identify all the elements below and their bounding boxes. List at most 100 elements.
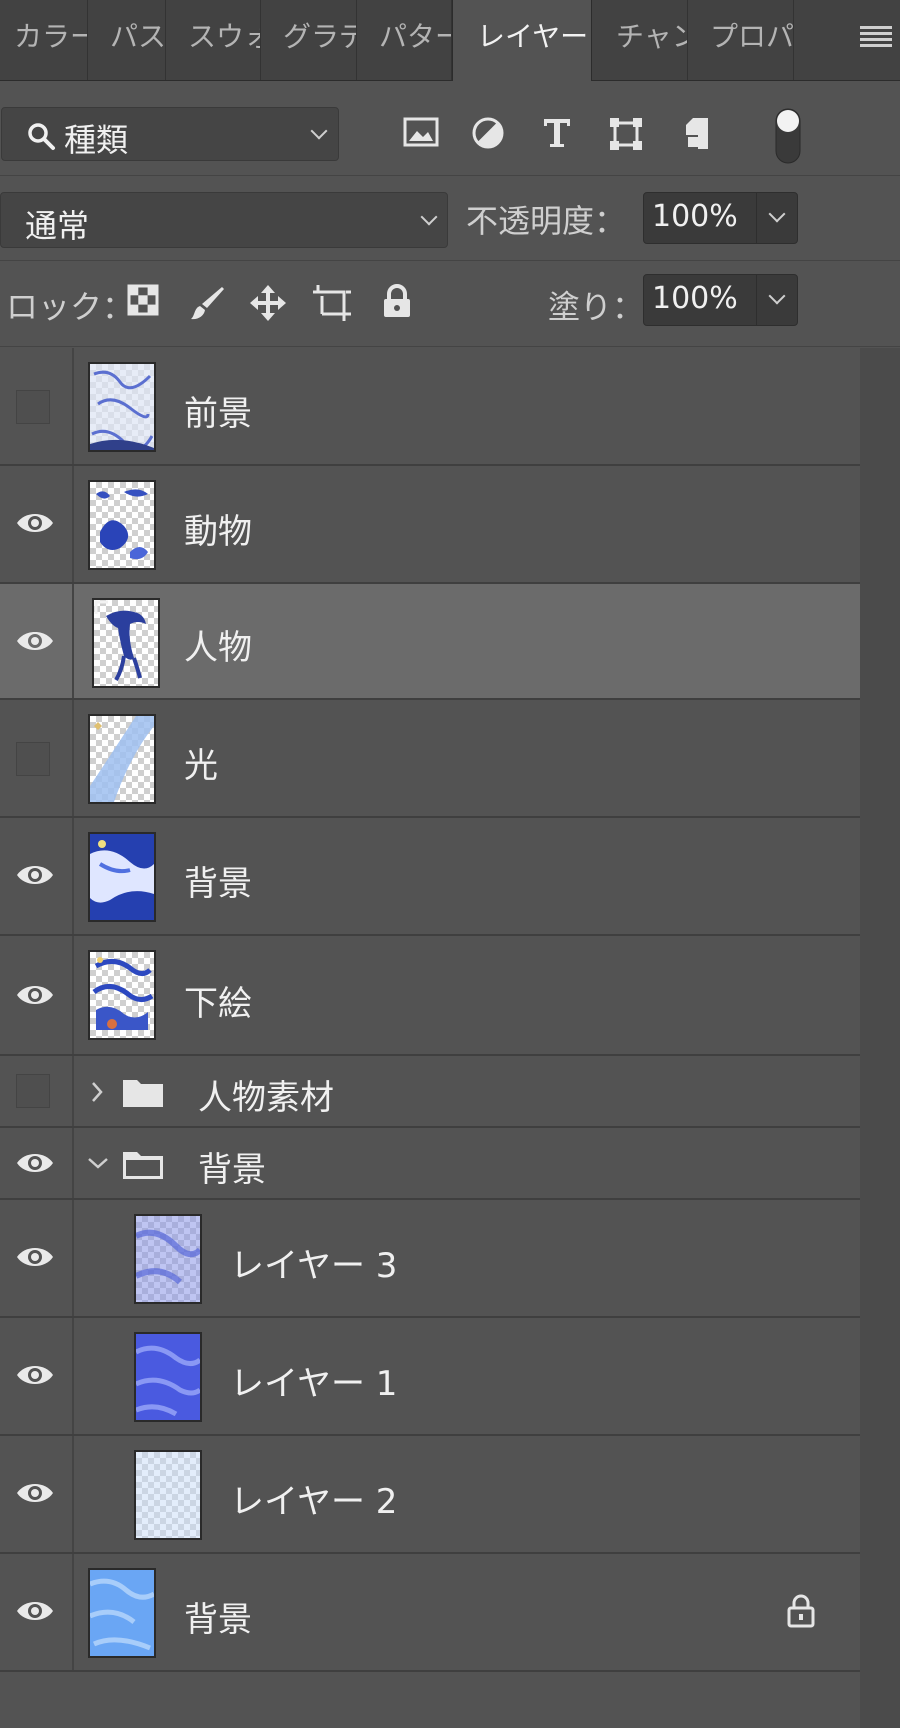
search-icon — [28, 123, 55, 150]
layer-row[interactable]: 光 — [0, 700, 860, 818]
layer-name[interactable]: 下絵 — [184, 976, 252, 1025]
layer-thumbnail — [88, 480, 156, 570]
shape-filter-icon[interactable] — [608, 116, 644, 152]
lock-transparent-pixels-icon[interactable] — [127, 284, 159, 316]
image-filter-icon[interactable] — [403, 116, 439, 148]
background-layer-row[interactable]: 背景 — [0, 1554, 860, 1672]
layer-name[interactable]: レイヤー 1 — [230, 1356, 397, 1405]
eye-icon[interactable] — [15, 1598, 55, 1624]
opacity-value: 100% — [652, 199, 738, 234]
eye-icon[interactable] — [15, 1362, 55, 1388]
smart-object-filter-icon[interactable] — [681, 116, 713, 152]
chevron-down-icon — [310, 122, 328, 140]
eye-icon[interactable] — [15, 628, 55, 654]
folder-icon — [123, 1080, 163, 1107]
layer-name[interactable]: 背景 — [184, 1592, 252, 1641]
layer-row[interactable]: レイヤー 2 — [0, 1436, 860, 1554]
visibility-cell[interactable] — [0, 1318, 74, 1434]
eye-icon[interactable] — [15, 1244, 55, 1270]
layer-name[interactable]: 動物 — [184, 504, 252, 553]
lock-image-pixels-icon[interactable] — [188, 284, 226, 322]
chevron-down-icon[interactable] — [86, 1156, 110, 1170]
layer-thumbnail — [88, 362, 156, 452]
layer-name[interactable]: レイヤー 3 — [230, 1238, 397, 1287]
eye-icon[interactable] — [15, 510, 55, 536]
visibility-cell[interactable] — [0, 818, 74, 934]
lock-label: ロック： — [6, 288, 135, 326]
blend-mode-value: 通常 — [25, 207, 90, 245]
layer-name[interactable]: 光 — [184, 738, 218, 787]
visibility-cell[interactable] — [0, 936, 74, 1054]
tab-swatches[interactable]: スウォ — [166, 0, 261, 80]
blend-row: 通常 不透明度： 100% — [0, 176, 900, 261]
layer-row-selected[interactable]: 人物 — [0, 584, 860, 700]
eye-icon[interactable] — [15, 862, 55, 888]
fill-field[interactable]: 100% — [643, 274, 798, 326]
visibility-cell[interactable] — [0, 1200, 74, 1316]
opacity-field[interactable]: 100% — [643, 192, 798, 244]
tab-patterns[interactable]: パター — [357, 0, 452, 80]
fill-label: 塗り： — [548, 288, 645, 326]
visibility-off-box[interactable] — [16, 390, 50, 424]
lock-all-icon[interactable] — [381, 284, 413, 320]
visibility-cell[interactable] — [0, 348, 74, 464]
layer-thumbnail — [134, 1214, 202, 1304]
visibility-cell[interactable] — [0, 466, 74, 582]
layer-thumbnail — [88, 832, 156, 922]
tab-gradients[interactable]: グラデ — [261, 0, 357, 80]
visibility-cell[interactable] — [0, 1128, 74, 1198]
filter-kind-label: 種類 — [64, 121, 129, 159]
eye-icon[interactable] — [15, 982, 55, 1008]
layer-thumbnail — [92, 598, 160, 688]
panel-tab-bar: カラー パス スウォ グラデ パター レイヤー チャン プロパ — [0, 0, 900, 81]
visibility-cell[interactable] — [0, 1436, 74, 1552]
layer-name[interactable]: 前景 — [184, 386, 252, 435]
layer-name[interactable]: 人物 — [184, 620, 252, 669]
layer-thumbnail — [88, 714, 156, 804]
tab-properties[interactable]: プロパ — [688, 0, 794, 80]
group-row[interactable]: 背景 — [0, 1128, 860, 1200]
panel-menu-icon[interactable] — [860, 26, 892, 48]
layer-filter-row: 種類 — [0, 80, 900, 176]
visibility-cell[interactable] — [0, 584, 74, 698]
layer-name[interactable]: 背景 — [184, 856, 252, 905]
visibility-off-box[interactable] — [16, 1074, 50, 1108]
lock-position-icon[interactable] — [249, 284, 287, 322]
chevron-down-icon[interactable] — [768, 287, 786, 305]
blend-mode-select[interactable]: 通常 — [0, 192, 448, 248]
layer-thumbnail — [134, 1450, 202, 1540]
lock-row: ロック： 塗り： 100% — [0, 262, 900, 347]
adjustment-filter-icon[interactable] — [471, 116, 505, 150]
layer-row[interactable]: 下絵 — [0, 936, 860, 1056]
layer-row[interactable]: 動物 — [0, 466, 860, 584]
visibility-cell[interactable] — [0, 700, 74, 816]
lock-artboard-icon[interactable] — [312, 284, 352, 322]
visibility-off-box[interactable] — [16, 742, 50, 776]
layer-row[interactable]: 背景 — [0, 818, 860, 936]
tab-color[interactable]: カラー — [0, 0, 88, 80]
filter-kind-select[interactable]: 種類 — [1, 107, 339, 161]
visibility-cell[interactable] — [0, 1554, 74, 1670]
filter-toggle[interactable] — [775, 108, 801, 164]
tab-layers[interactable]: レイヤー — [452, 0, 592, 81]
layer-row[interactable]: レイヤー 3 — [0, 1200, 860, 1318]
layer-thumbnail — [134, 1332, 202, 1422]
layer-row[interactable]: 前景 — [0, 348, 860, 466]
tab-paths[interactable]: パス — [88, 0, 166, 80]
visibility-cell[interactable] — [0, 1056, 74, 1126]
group-name[interactable]: 背景 — [198, 1142, 266, 1191]
layer-name[interactable]: レイヤー 2 — [230, 1474, 397, 1523]
group-name[interactable]: 人物素材 — [198, 1070, 334, 1119]
chevron-right-icon[interactable] — [90, 1080, 104, 1104]
group-row[interactable]: 人物素材 — [0, 1056, 860, 1128]
fill-value: 100% — [652, 281, 738, 316]
tab-channels[interactable]: チャン — [592, 0, 688, 80]
chevron-down-icon[interactable] — [768, 205, 786, 223]
lock-icon — [787, 1594, 815, 1628]
type-filter-icon[interactable] — [541, 116, 573, 150]
layers-scrollbar[interactable] — [860, 348, 900, 1728]
eye-icon[interactable] — [15, 1480, 55, 1506]
eye-icon[interactable] — [15, 1150, 55, 1176]
layer-row[interactable]: レイヤー 1 — [0, 1318, 860, 1436]
selection-frame — [94, 600, 108, 614]
